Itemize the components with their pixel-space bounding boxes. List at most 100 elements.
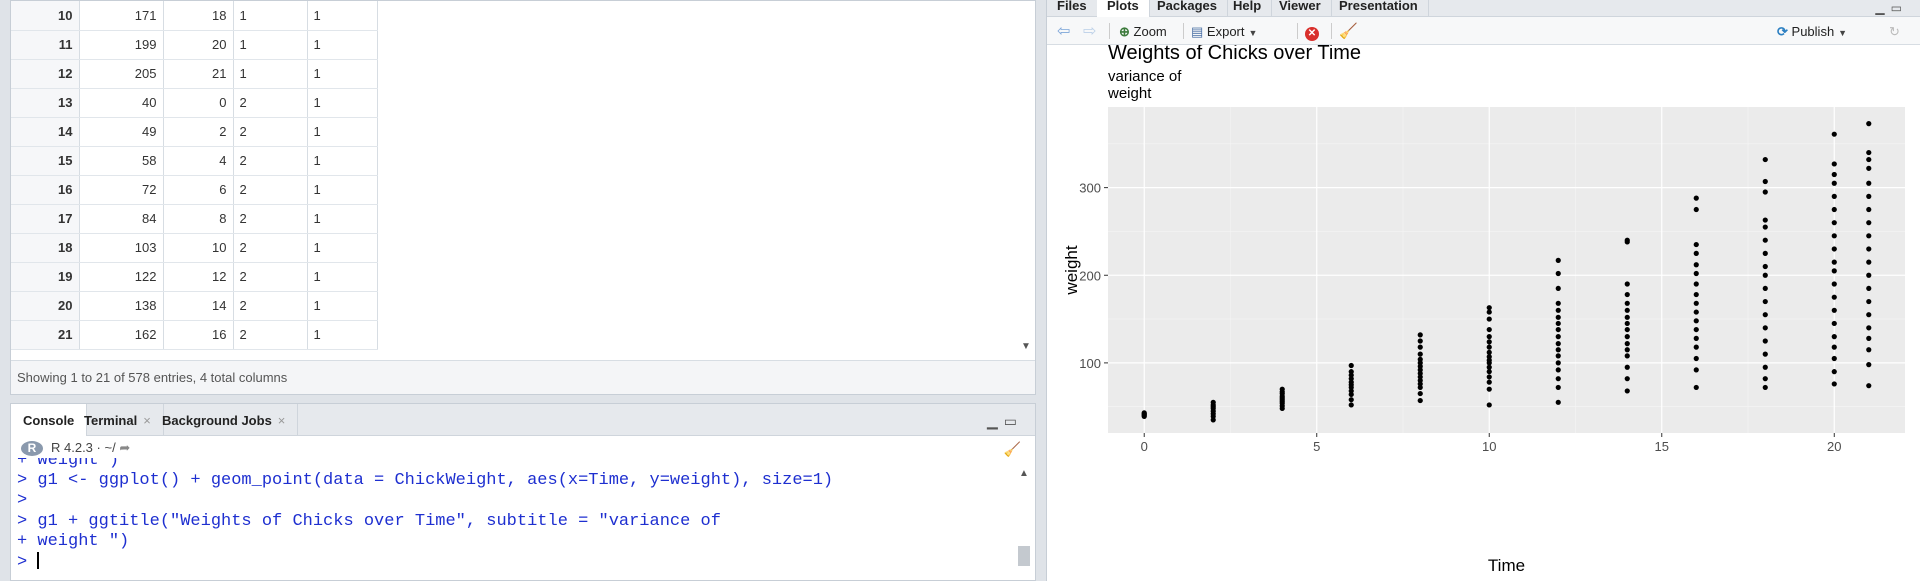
data-point (1624, 376, 1630, 382)
console-pane: Console Terminal × Background Jobs × ▁▭ RR… (10, 403, 1036, 581)
data-point (1624, 388, 1630, 394)
chick-cell: 1 (233, 1, 308, 31)
minimize-icon[interactable]: ▁ (1875, 1, 1890, 15)
scrollbar-thumb[interactable] (1018, 546, 1030, 566)
data-point (1831, 381, 1837, 387)
console-line: + weight") (17, 458, 1011, 471)
data-point (1417, 344, 1423, 350)
data-point (1555, 270, 1561, 277)
diet-cell: 1 (307, 88, 378, 118)
data-point (1831, 369, 1837, 375)
row-number: 14 (11, 117, 80, 147)
publish-label: Publish (1791, 24, 1835, 39)
data-point (1831, 180, 1837, 186)
data-point (1866, 312, 1872, 318)
delete-plot-button[interactable]: ✕ (1305, 22, 1319, 42)
row-number: 17 (11, 204, 80, 234)
data-point (1866, 206, 1872, 213)
tab-background-jobs[interactable]: Background Jobs × (150, 404, 299, 436)
data-point (1555, 314, 1561, 320)
data-point (1762, 376, 1768, 382)
close-icon[interactable]: × (278, 413, 286, 428)
data-point (1762, 351, 1768, 357)
scroll-up-arrow-icon[interactable]: ▲ (1019, 468, 1029, 479)
data-point (1762, 364, 1768, 370)
data-point (1866, 285, 1872, 292)
diet-cell: 1 (307, 204, 378, 234)
row-number: 18 (11, 233, 80, 263)
tab-files[interactable]: Files (1047, 0, 1098, 17)
data-point (1555, 353, 1561, 359)
data-point (1486, 379, 1492, 385)
data-point (1831, 233, 1837, 239)
tab-plots[interactable]: Plots (1097, 0, 1150, 17)
console-line: > (17, 491, 1011, 511)
tab-help[interactable]: Help (1223, 0, 1273, 17)
data-point (1866, 362, 1872, 368)
chick-cell: 2 (233, 204, 308, 234)
chick-cell: 2 (233, 233, 308, 263)
data-point (1624, 237, 1630, 243)
data-point (1866, 298, 1872, 305)
y-tick-label: 100 (1079, 356, 1101, 371)
diet-cell: 1 (307, 175, 378, 205)
data-point (1866, 347, 1872, 353)
data-point (1624, 314, 1630, 320)
export-label: Export (1206, 24, 1245, 39)
time-cell: 20 (163, 30, 234, 60)
console-line: + weight ") (17, 532, 1011, 552)
clear-plots-broom-icon[interactable]: 🧹 (1339, 22, 1358, 42)
weight-cell: 84 (79, 204, 164, 234)
text-cursor (37, 552, 40, 570)
working-directory[interactable]: · ~/ (97, 440, 116, 455)
export-button[interactable]: ▤ Export ▼ (1191, 22, 1257, 42)
data-point (1831, 307, 1837, 313)
data-point (1624, 320, 1630, 327)
publish-button[interactable]: ⟳ Publish ▼ (1777, 22, 1847, 42)
clear-console-icon[interactable]: 🧹 (1004, 441, 1021, 458)
forward-arrow-icon[interactable]: ⇨ (1083, 22, 1096, 42)
maximize-icon[interactable]: ▭ (1004, 413, 1023, 429)
data-point (1624, 341, 1630, 347)
console-output[interactable]: + weight") > g1 <- ggplot() + geom_point(… (11, 458, 1011, 581)
tab-presentation-label: Presentation (1339, 0, 1418, 13)
tab-background-jobs-label: Background Jobs (162, 413, 272, 428)
chick-cell: 2 (233, 175, 308, 205)
x-tick-label: 10 (1482, 439, 1496, 454)
scroll-down-arrow-icon[interactable]: ▼ (1020, 341, 1032, 355)
data-point (1762, 298, 1768, 305)
tab-presentation[interactable]: Presentation (1329, 0, 1429, 17)
time-cell: 16 (163, 320, 234, 350)
go-to-directory-icon[interactable]: ➦ (119, 440, 130, 455)
minimize-icon[interactable]: ▁ (987, 413, 1004, 429)
tab-console-label: Console (23, 413, 75, 428)
table-row: 17 84 8 2 1 (11, 204, 378, 234)
tab-packages[interactable]: Packages (1147, 0, 1228, 17)
data-point (1762, 263, 1768, 270)
y-tick-label: 300 (1079, 181, 1101, 196)
data-point (1866, 233, 1872, 239)
console-line-text: > g1 + ggtitle("Weights of Chicks over T… (17, 511, 721, 531)
console-info-bar: R R 4.2.3 · ~/ ➦ (11, 436, 1035, 460)
data-point (1693, 262, 1699, 268)
data-point (1141, 410, 1147, 416)
data-point (1555, 285, 1561, 292)
time-cell: 0 (163, 88, 234, 118)
maximize-icon[interactable]: ▭ (1891, 1, 1908, 15)
data-point (1417, 390, 1423, 397)
zoom-button[interactable]: ⊕ Zoom (1119, 22, 1167, 42)
tab-viewer[interactable]: Viewer (1269, 0, 1332, 17)
weight-cell: 138 (79, 291, 164, 321)
console-scrollbar[interactable]: ▲ (1017, 466, 1031, 580)
row-number: 20 (11, 291, 80, 321)
back-arrow-icon[interactable]: ⇦ (1057, 22, 1070, 42)
data-point (1555, 300, 1561, 306)
y-axis-label: weight (1062, 245, 1081, 295)
time-cell: 2 (163, 117, 234, 147)
chick-cell: 2 (233, 291, 308, 321)
diet-cell: 1 (307, 262, 378, 292)
refresh-icon[interactable]: ↻ (1889, 22, 1900, 42)
data-point (1831, 206, 1837, 213)
data-point (1831, 268, 1837, 274)
time-cell: 6 (163, 175, 234, 205)
